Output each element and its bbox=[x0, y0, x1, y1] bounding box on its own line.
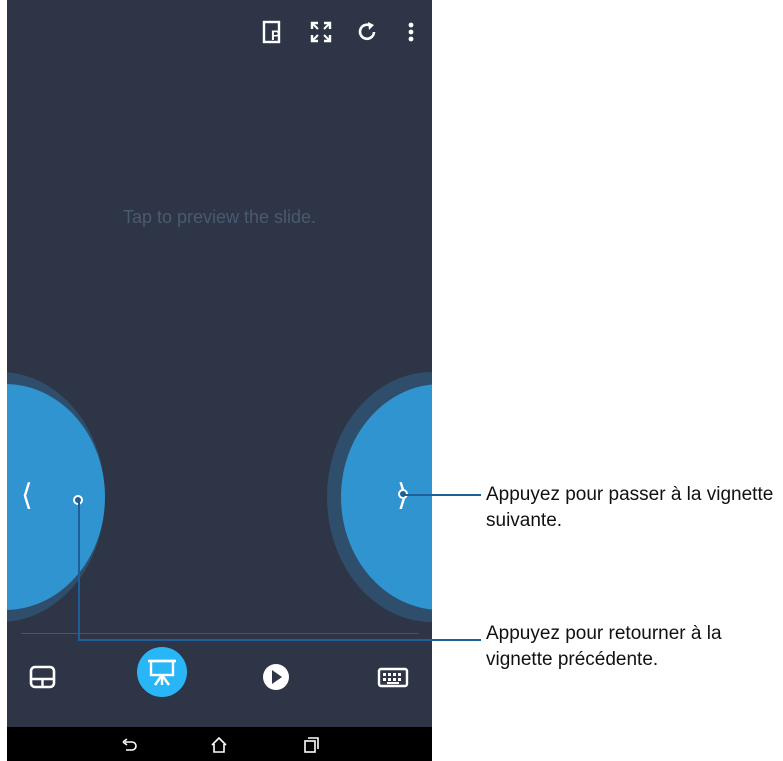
phone-screen: P Tap to preview the slide. ⟨ ⟩ bbox=[7, 0, 432, 761]
present-icon[interactable]: P bbox=[259, 18, 287, 46]
prev-callout-line2: vignette précédente. bbox=[486, 649, 659, 670]
next-slide-zone[interactable]: ⟩ bbox=[327, 372, 432, 622]
play-icon[interactable] bbox=[248, 650, 304, 706]
home-icon[interactable] bbox=[208, 734, 230, 756]
system-navigation-bar bbox=[7, 727, 432, 761]
preview-hint[interactable]: Tap to preview the slide. bbox=[7, 207, 432, 228]
prev-callout-line1: Appuyez pour retourner à la bbox=[486, 623, 722, 644]
recents-icon[interactable] bbox=[299, 734, 321, 756]
more-icon[interactable] bbox=[397, 18, 425, 46]
next-callout-line1: Appuyez pour passer à la vignette bbox=[486, 484, 774, 505]
svg-text:P: P bbox=[271, 27, 280, 43]
chevron-left-icon: ⟨ bbox=[21, 479, 33, 512]
back-icon[interactable] bbox=[118, 734, 140, 756]
next-slide-callout: Appuyez pour passer à la vignette suivan… bbox=[486, 482, 783, 534]
next-callout-line bbox=[405, 494, 459, 496]
prev-slide-callout: Appuyez pour retourner à la vignette pré… bbox=[486, 621, 783, 673]
refresh-icon[interactable] bbox=[353, 18, 381, 46]
top-action-bar: P bbox=[7, 0, 432, 64]
presentation-icon[interactable] bbox=[137, 647, 187, 697]
prev-callout-horizontal bbox=[78, 639, 481, 641]
bottom-toolbar bbox=[7, 647, 432, 715]
fullscreen-icon[interactable] bbox=[307, 18, 335, 46]
previous-slide-zone[interactable]: ⟨ bbox=[7, 372, 105, 622]
next-callout-tick bbox=[459, 494, 481, 496]
touchpad-icon[interactable] bbox=[15, 650, 71, 706]
next-callout-line2: suivante. bbox=[486, 510, 563, 531]
prev-callout-vertical bbox=[78, 501, 80, 640]
toolbar-divider bbox=[21, 633, 418, 634]
keyboard-icon[interactable] bbox=[364, 650, 420, 706]
